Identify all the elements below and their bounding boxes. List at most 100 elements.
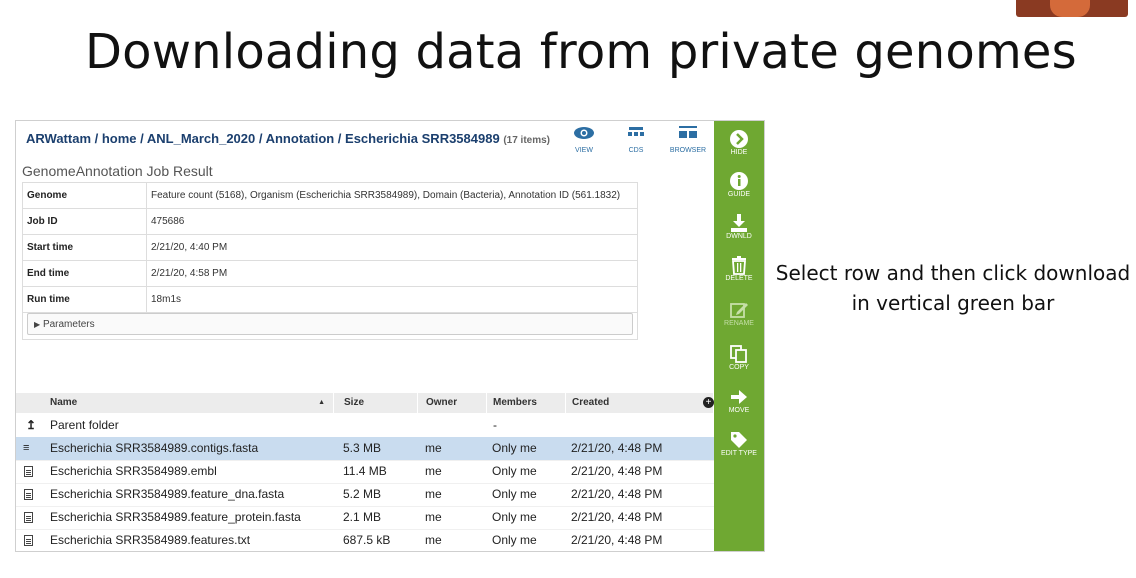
file-created: 2/21/20, 4:48 PM bbox=[571, 533, 663, 547]
edit-type-button[interactable]: EDIT TYPE bbox=[714, 430, 764, 457]
meta-key: Job ID bbox=[22, 208, 147, 235]
meta-row-genome: Genome Feature count (5168), Organism (E… bbox=[22, 182, 638, 209]
download-button[interactable]: DWNLD bbox=[714, 213, 764, 240]
item-count: (17 items) bbox=[503, 135, 550, 146]
guide-button[interactable]: GUIDE bbox=[714, 171, 764, 198]
table-row[interactable]: Escherichia SRR3584989.feature_dna.fasta… bbox=[16, 483, 714, 507]
file-owner: me bbox=[425, 510, 442, 524]
file-members: Only me bbox=[492, 441, 537, 455]
workspace-screenshot: ARWattam / home / ANL_March_2020 / Annot… bbox=[15, 120, 765, 552]
table-row[interactable]: Escherichia SRR3584989.embl 11.4 MB me O… bbox=[16, 460, 714, 484]
hide-label: HIDE bbox=[730, 149, 748, 156]
file-size: 687.5 kB bbox=[343, 533, 391, 547]
document-icon bbox=[24, 489, 33, 500]
sort-ascending-icon: ▲ bbox=[318, 399, 325, 406]
file-name: Escherichia SRR3584989.feature_dna.fasta bbox=[50, 487, 285, 501]
delete-label: DELETE bbox=[725, 275, 753, 282]
cds-icon bbox=[616, 125, 656, 141]
file-members: Only me bbox=[492, 487, 537, 501]
browser-icon bbox=[668, 125, 708, 141]
file-name: Escherichia SRR3584989.contigs.fasta bbox=[50, 441, 259, 455]
column-name-label: Name bbox=[50, 397, 78, 408]
job-metadata-table: Genome Feature count (5168), Organism (E… bbox=[22, 182, 638, 313]
move-label: MOVE bbox=[728, 407, 750, 414]
add-column-icon[interactable]: + bbox=[703, 397, 714, 408]
browser-label: BROWSER bbox=[669, 147, 707, 154]
hide-button[interactable]: HIDE bbox=[714, 129, 764, 156]
file-owner: me bbox=[425, 464, 442, 478]
guide-label: GUIDE bbox=[727, 191, 751, 198]
column-name[interactable]: Name ▲ bbox=[44, 393, 334, 413]
meta-key: End time bbox=[22, 260, 147, 287]
column-created[interactable]: Created bbox=[566, 393, 714, 413]
action-bar: HIDE GUIDE DWNLD DELETE RENAME COPY MOVE bbox=[714, 121, 764, 551]
contigs-file-icon: ≡ bbox=[23, 442, 30, 454]
delete-button[interactable]: DELETE bbox=[714, 255, 764, 282]
meta-key: Genome bbox=[22, 182, 147, 209]
table-row-parent-folder[interactable]: ↥ Parent folder - bbox=[16, 414, 714, 438]
file-members: Only me bbox=[492, 510, 537, 524]
instruction-line-2: in vertical green bar bbox=[851, 291, 1055, 315]
file-table-header: Name ▲ Size Owner Members Created bbox=[16, 393, 714, 413]
view-button[interactable]: VIEW bbox=[564, 125, 604, 154]
arrow-right-icon bbox=[714, 387, 764, 407]
parent-folder-icon: ↥ bbox=[26, 418, 37, 432]
browser-button[interactable]: BROWSER bbox=[668, 125, 708, 154]
instruction-line-1: Select row and then click download bbox=[775, 261, 1131, 285]
webcam-thumbnail bbox=[1016, 0, 1128, 17]
copy-label: COPY bbox=[729, 364, 749, 371]
table-row[interactable]: Escherichia SRR3584989.features.txt 687.… bbox=[16, 529, 714, 551]
chevron-right-icon bbox=[714, 129, 764, 149]
job-result-header: GenomeAnnotation Job Result bbox=[22, 163, 213, 179]
parameters-toggle[interactable]: ▶ Parameters bbox=[27, 313, 633, 335]
tag-icon bbox=[714, 430, 764, 450]
rename-label: RENAME bbox=[724, 320, 754, 327]
cds-label: CDS bbox=[628, 147, 644, 154]
column-owner[interactable]: Owner bbox=[420, 393, 487, 413]
meta-key: Start time bbox=[22, 234, 147, 261]
edit-type-label: EDIT TYPE bbox=[721, 450, 757, 457]
file-name: Parent folder bbox=[50, 418, 119, 432]
file-owner: me bbox=[425, 533, 442, 547]
trash-icon bbox=[714, 255, 764, 275]
info-icon bbox=[714, 171, 764, 191]
file-created: 2/21/20, 4:48 PM bbox=[571, 441, 663, 455]
file-created: 2/21/20, 4:48 PM bbox=[571, 487, 663, 501]
file-name: Escherichia SRR3584989.embl bbox=[50, 464, 217, 478]
rename-button[interactable]: RENAME bbox=[714, 300, 764, 327]
file-size: 2.1 MB bbox=[343, 510, 382, 524]
document-icon bbox=[24, 466, 33, 477]
file-size: 11.4 MB bbox=[343, 464, 387, 478]
download-label: DWNLD bbox=[726, 233, 752, 240]
copy-icon bbox=[714, 344, 764, 364]
file-owner: me bbox=[425, 441, 442, 455]
table-row[interactable]: ≡ Escherichia SRR3584989.contigs.fasta 5… bbox=[16, 437, 714, 461]
slide-title: Downloading data from private genomes bbox=[85, 24, 1077, 80]
table-row[interactable]: Escherichia SRR3584989.feature_protein.f… bbox=[16, 506, 714, 530]
column-size[interactable]: Size bbox=[338, 393, 418, 413]
file-created: 2/21/20, 4:48 PM bbox=[571, 464, 663, 478]
move-button[interactable]: MOVE bbox=[714, 387, 764, 414]
eye-icon bbox=[564, 125, 604, 141]
file-members: Only me bbox=[492, 464, 537, 478]
download-icon bbox=[714, 213, 764, 233]
breadcrumb-path[interactable]: ARWattam / home / ANL_March_2020 / Annot… bbox=[26, 131, 500, 146]
meta-value: 2/21/20, 4:58 PM bbox=[146, 260, 638, 287]
meta-key: Run time bbox=[22, 286, 147, 313]
file-members: - bbox=[493, 418, 497, 432]
file-size: 5.2 MB bbox=[343, 487, 382, 501]
instruction-text: Select row and then click download in ve… bbox=[772, 258, 1134, 318]
breadcrumb[interactable]: ARWattam / home / ANL_March_2020 / Annot… bbox=[26, 131, 550, 146]
file-size: 5.3 MB bbox=[343, 441, 382, 455]
column-members[interactable]: Members bbox=[487, 393, 566, 413]
meta-row-start-time: Start time 2/21/20, 4:40 PM bbox=[22, 234, 638, 261]
meta-row-run-time: Run time 18m1s bbox=[22, 286, 638, 313]
copy-button[interactable]: COPY bbox=[714, 344, 764, 371]
document-icon bbox=[24, 535, 33, 546]
file-created: 2/21/20, 4:48 PM bbox=[571, 510, 663, 524]
file-name: Escherichia SRR3584989.feature_protein.f… bbox=[50, 510, 301, 524]
file-members: Only me bbox=[492, 533, 537, 547]
cds-button[interactable]: CDS bbox=[616, 125, 656, 154]
edit-icon bbox=[714, 300, 764, 320]
document-icon bbox=[24, 512, 33, 523]
